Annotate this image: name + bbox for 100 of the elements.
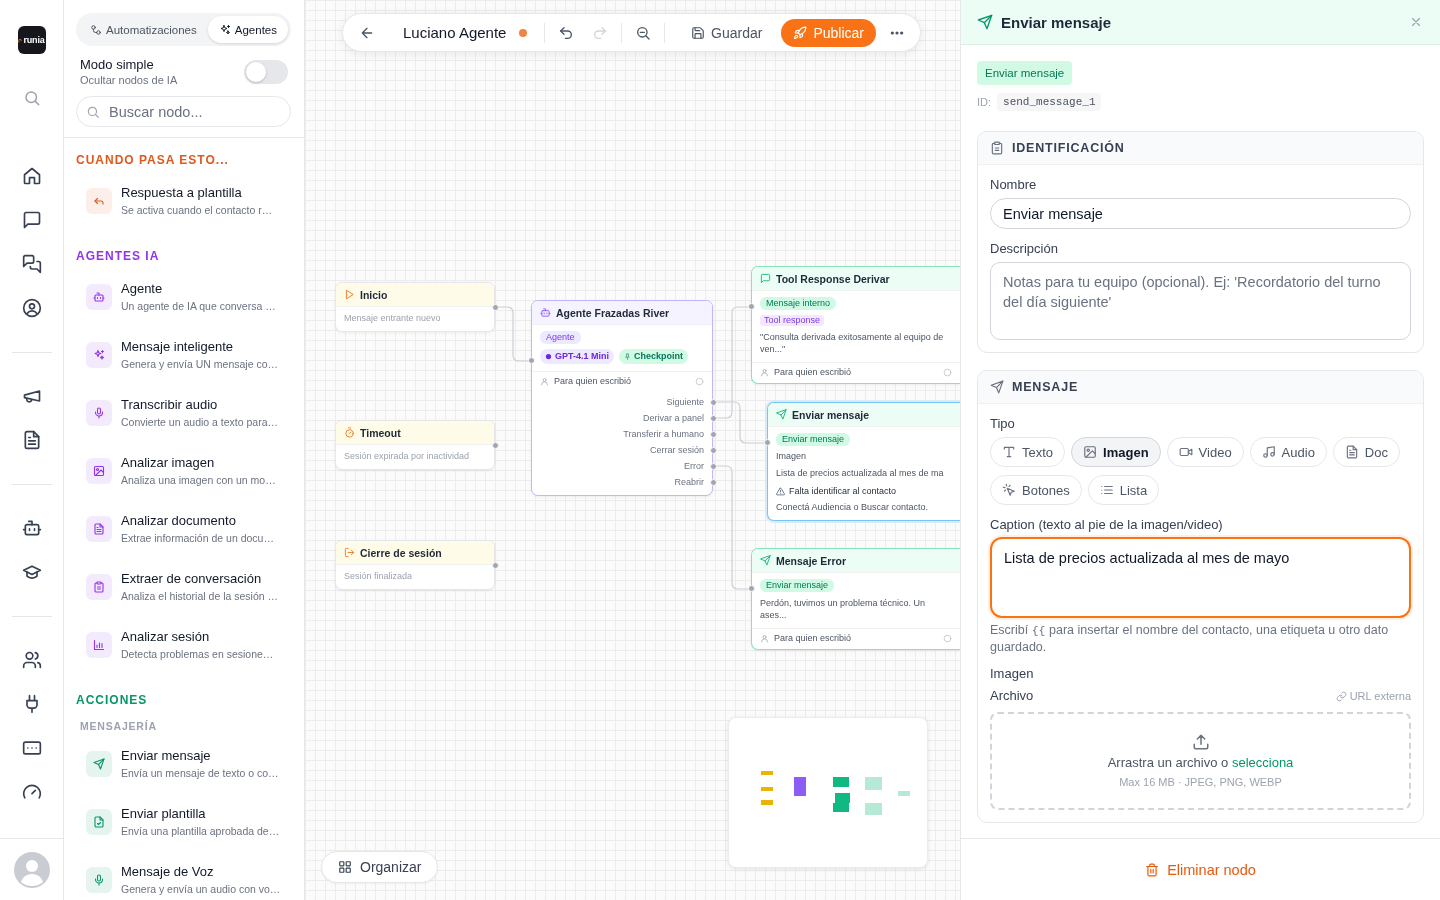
minimap-node: [761, 800, 773, 805]
node-title: Inicio: [360, 288, 388, 301]
undo-icon[interactable]: [558, 24, 575, 41]
output-label: Transferir a humano: [623, 428, 704, 440]
flow-node[interactable]: Tool Response Derivar Mensaje interno Tool response "Consulta derivada exitosamente al equipo de ven..." Para quien escribió: [751, 266, 960, 384]
organize-button[interactable]: Organizar: [321, 851, 439, 883]
send-icon: [86, 751, 112, 777]
field-label: Archivo: [990, 688, 1034, 704]
send-icon: [990, 380, 1004, 394]
bar-chart-icon: [86, 632, 112, 658]
search-icon[interactable]: [22, 89, 41, 107]
home-icon[interactable]: [21, 166, 42, 186]
field-label: Descripción: [990, 241, 1059, 257]
card-heading: IDENTIFICACIÓN: [1012, 141, 1125, 155]
user-circle-icon[interactable]: [21, 298, 42, 318]
media-label: Imagen: [776, 451, 807, 462]
port-dot-icon[interactable]: [709, 478, 717, 486]
type-option-button[interactable]: Doc: [1332, 437, 1400, 467]
type-option-button[interactable]: Imagen: [1071, 437, 1161, 467]
port-dot-icon[interactable]: [491, 441, 499, 449]
avatar-icon[interactable]: [13, 851, 50, 888]
search-icon: [86, 104, 100, 119]
robot-icon[interactable]: [21, 518, 42, 538]
tab[interactable]: Agentes: [207, 16, 288, 43]
port-dot-icon[interactable]: [709, 414, 717, 422]
close-icon[interactable]: [1409, 15, 1423, 29]
logo[interactable]: runia: [17, 26, 46, 54]
delete-node-button[interactable]: Eliminar nodo: [1137, 853, 1264, 886]
type-option-button[interactable]: Video: [1166, 437, 1244, 467]
node-subtitle: Mensaje entrante nuevo: [344, 313, 441, 324]
rectangle-dots-icon[interactable]: [21, 738, 42, 758]
graduation-cap-icon[interactable]: [21, 562, 42, 582]
node-subtitle: Sesión expirada por inactividad: [344, 451, 470, 462]
flow-node[interactable]: Enviar mensaje Enviar mensaje Imagen Lista de precios actualizada al mes de ma Falta identificar al contacto Conectá Audiencia o Buscar contacto.: [767, 402, 960, 521]
port-dot-icon[interactable]: [747, 585, 755, 592]
section-heading: ACCIONES: [76, 692, 149, 708]
port-dot-icon[interactable]: [709, 430, 717, 438]
toggle-switch[interactable]: [244, 60, 288, 84]
caption-field[interactable]: Lista de precios actualizada al mes de mayo: [990, 537, 1411, 618]
trash-icon: [1145, 862, 1160, 877]
users-icon[interactable]: [21, 650, 42, 670]
type-option-button[interactable]: Audio: [1249, 437, 1327, 467]
card-heading: MENSAJE: [1012, 380, 1079, 394]
field-label: Imagen: [990, 666, 1035, 682]
dot-icon: [545, 353, 552, 360]
description-field[interactable]: Notas para tu equipo (opcional). Ej: 'Recordatorio del turno del día siguiente': [990, 262, 1411, 340]
file-dropzone[interactable]: Arrastra un archivo o selecciona Max 16 MB · JPEG, PNG, WEBP: [990, 712, 1411, 810]
chat-bubbles-icon[interactable]: [21, 254, 42, 274]
node-list-item[interactable]: Enviar mensaje Envía un mensaje de texto o co…: [76, 735, 291, 793]
node-list-item[interactable]: Enviar plantilla Envía una plantilla aprobada de…: [76, 793, 291, 851]
chat-bubble-icon: [760, 273, 771, 284]
search-field[interactable]: Buscar nodo...: [76, 96, 291, 127]
type-option-button[interactable]: Lista: [1087, 475, 1160, 505]
sparkles-icon: [86, 342, 112, 368]
flow-node[interactable]: Mensaje Error Enviar mensaje Perdón, tuvimos un problema técnico. Un ases... Para quien escribió: [751, 548, 960, 650]
chat-bubble-icon[interactable]: [21, 210, 42, 230]
output-label: Derivar a panel: [642, 412, 704, 424]
node-subtitle: Sesión finalizada: [344, 571, 413, 582]
port-dot-icon[interactable]: [491, 561, 499, 569]
port-dot-icon[interactable]: [747, 303, 755, 310]
type-option-button[interactable]: Texto: [990, 437, 1066, 467]
select-link[interactable]: selecciona: [1231, 755, 1294, 770]
minimap-node: [761, 771, 773, 775]
workflow-icon: [90, 23, 102, 36]
save-button[interactable]: Guardar: [685, 18, 769, 47]
port-dot-icon[interactable]: [491, 303, 499, 311]
tab[interactable]: Automatizaciones: [79, 16, 208, 43]
node-type-badge: Enviar mensaje: [977, 61, 1073, 85]
hint-text: Escribí {{ para insertar el nombre del contacto, una etiqueta u otro dato guardado.: [990, 622, 1390, 655]
node-list-item[interactable]: Analizar sesión Detecta problemas en sesione…: [76, 616, 291, 674]
node-list-item[interactable]: Mensaje inteligente Genera y envía UN mensaje co…: [76, 326, 291, 384]
port-dot-icon[interactable]: [709, 462, 717, 470]
microphone-icon: [86, 400, 112, 426]
port-dot-icon[interactable]: [709, 398, 717, 406]
pointer-icon: [1002, 483, 1016, 497]
type-option-button[interactable]: Botones: [990, 475, 1082, 505]
port-dot-icon[interactable]: [709, 446, 717, 454]
node-list-item[interactable]: Analizar documento Extrae información de un docu…: [76, 500, 291, 558]
node-list-item[interactable]: Respuesta a plantilla Se activa cuando el contacto r…: [76, 172, 291, 230]
node-list-item[interactable]: Mensaje de Voz Genera y envía un audio con vo…: [76, 851, 291, 900]
field-label: Nombre: [990, 177, 1038, 193]
section-heading: CUANDO PASA ESTO...: [76, 152, 230, 168]
warning-text: Falta identificar al contacto: [789, 486, 897, 497]
node-title: Enviar mensaje: [792, 408, 870, 421]
node-list-item[interactable]: Transcribir audio Convierte un audio a texto para…: [76, 384, 291, 442]
node-list-item[interactable]: Extraer de conversación Analiza el historial de la sesión …: [76, 558, 291, 616]
node-list-item[interactable]: Agente Un agente de IA que conversa …: [76, 268, 291, 326]
gauge-icon[interactable]: [21, 782, 42, 802]
node-title: Mensaje Error: [776, 554, 847, 567]
node-list-item[interactable]: Analizar imagen Analiza una imagen con un mo…: [76, 442, 291, 500]
zoom-out-icon[interactable]: [635, 24, 652, 41]
section-heading: AGENTES IA: [76, 248, 161, 264]
node-footer-text: Para quien escribió: [774, 367, 853, 378]
timer-icon: [344, 427, 355, 438]
port-dot-icon[interactable]: [763, 439, 771, 446]
text-field[interactable]: Enviar mensaje: [990, 198, 1411, 229]
file-limits: Max 16 MB · JPEG, PNG, WEBP: [1119, 775, 1282, 789]
port-dot-icon[interactable]: [527, 357, 535, 364]
minimap-node: [833, 777, 849, 787]
clipboard-icon: [86, 574, 112, 600]
